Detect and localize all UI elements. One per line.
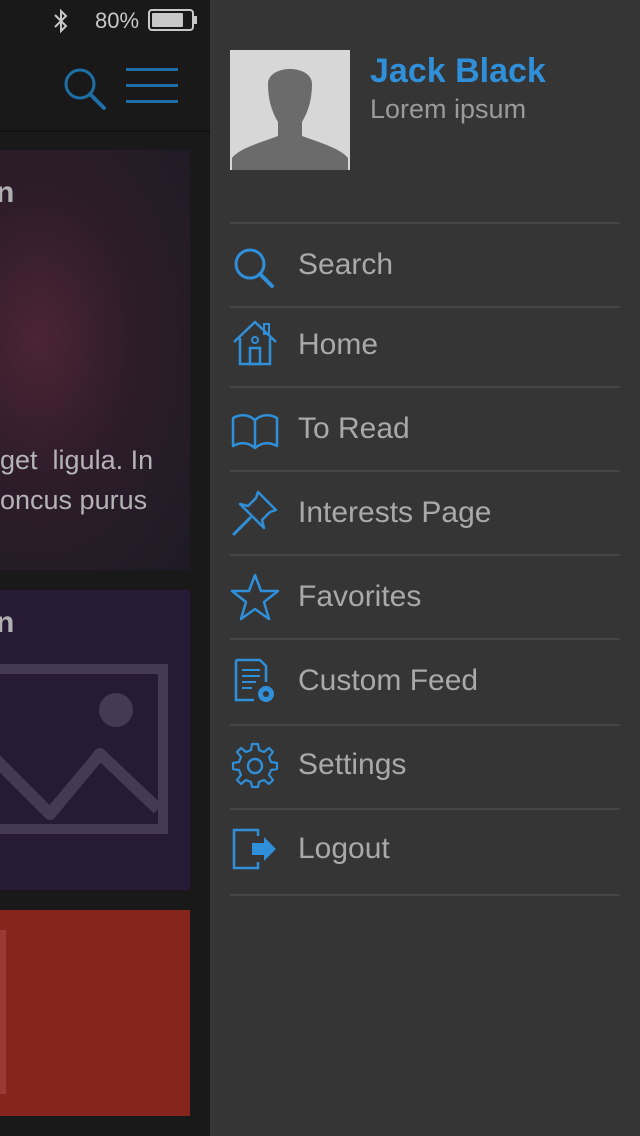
feed-card-excerpt: get ligula. In oncus purus	[0, 440, 190, 520]
menu-divider	[230, 554, 620, 556]
profile-name[interactable]: Jack Black	[370, 52, 546, 91]
menu-item-label: Home	[298, 328, 379, 361]
custom-feed-icon	[234, 658, 274, 702]
menu-divider	[230, 222, 620, 224]
star-icon	[230, 573, 280, 621]
menu-divider	[230, 638, 620, 640]
main-content: 80% n get ligula. In oncus purus n	[0, 0, 210, 1136]
card-accent-bar	[0, 930, 6, 1094]
menu-item-to-read[interactable]: To Read	[230, 390, 620, 470]
feed-card[interactable]	[0, 910, 190, 1116]
search-icon[interactable]	[60, 64, 108, 112]
menu-item-label: Search	[298, 248, 394, 281]
menu-divider	[230, 894, 620, 896]
app-header	[0, 40, 210, 132]
menu-divider	[230, 386, 620, 388]
menu-item-custom-feed[interactable]: Custom Feed	[230, 642, 620, 722]
image-placeholder-icon	[0, 664, 168, 834]
home-icon	[233, 320, 277, 366]
menu-item-logout[interactable]: Logout	[230, 810, 620, 890]
menu-item-label: Custom Feed	[298, 664, 479, 697]
feed-card-excerpt-line: get ligula. In	[0, 445, 154, 475]
bluetooth-icon	[54, 8, 68, 34]
menu-item-favorites[interactable]: Favorites	[230, 558, 620, 638]
feed-card-title: n	[0, 606, 15, 639]
menu-item-label: Favorites	[298, 580, 422, 613]
menu-item-label: To Read	[298, 412, 410, 445]
book-icon	[231, 414, 279, 450]
logout-icon	[232, 828, 276, 870]
menu-item-interests-page[interactable]: Interests Page	[230, 474, 620, 554]
pin-icon	[232, 490, 278, 536]
gear-icon	[231, 742, 279, 789]
battery-icon	[148, 9, 197, 31]
menu-item-label: Interests Page	[298, 496, 492, 529]
menu-item-home[interactable]: Home	[230, 306, 620, 386]
menu-item-label: Settings	[298, 748, 407, 781]
menu-divider	[230, 470, 620, 472]
side-drawer: Jack Black Lorem ipsum Search Home To Re…	[210, 0, 640, 1136]
status-bar: 80%	[0, 0, 210, 40]
menu-item-settings[interactable]: Settings	[230, 726, 620, 806]
search-icon	[234, 248, 274, 288]
user-silhouette-icon	[232, 69, 348, 170]
battery-percentage: 80%	[95, 8, 140, 33]
feed-card-excerpt-line: oncus purus	[0, 485, 148, 515]
feed-card-title: n	[0, 176, 15, 209]
menu-item-label: Logout	[298, 832, 390, 865]
profile-subtitle: Lorem ipsum	[370, 94, 527, 124]
avatar[interactable]	[230, 50, 350, 170]
menu-item-search[interactable]: Search	[230, 226, 620, 306]
hamburger-menu-icon[interactable]	[124, 66, 180, 106]
